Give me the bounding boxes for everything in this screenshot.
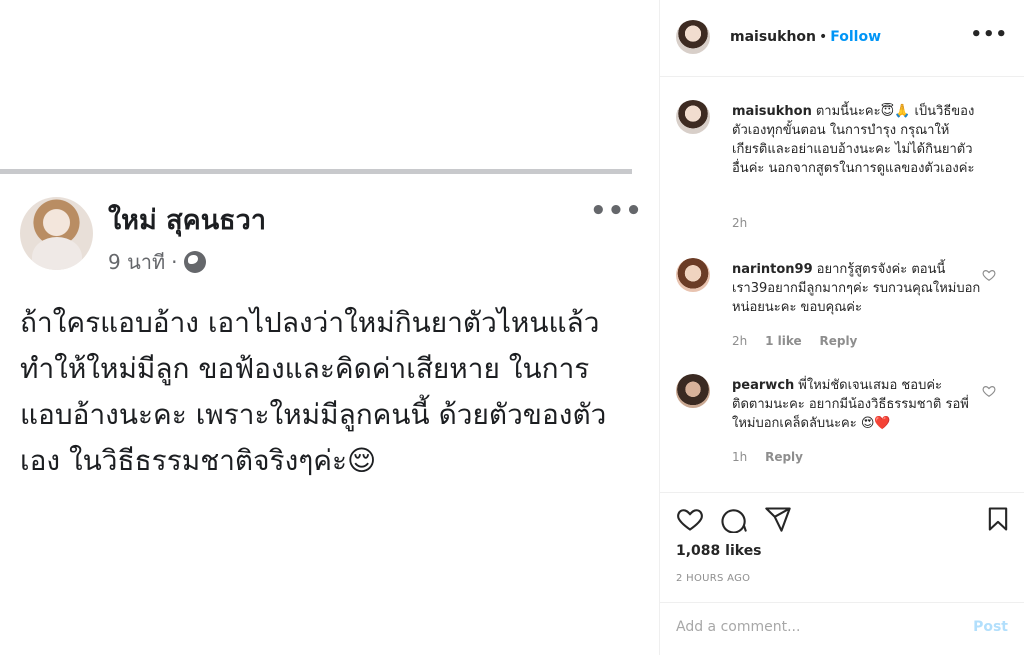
add-comment-bar: Post: [660, 602, 1024, 655]
comment-username[interactable]: maisukhon: [732, 104, 812, 119]
reply-button[interactable]: Reply: [765, 450, 803, 464]
comment-meta: 2h: [732, 216, 761, 230]
comment-username[interactable]: pearwch: [732, 378, 794, 393]
facebook-post-meta: 9 นาที ·: [108, 246, 206, 278]
comment-icon[interactable]: [720, 505, 748, 533]
facebook-profile-name: ใหม่ สุคนธวา: [108, 205, 266, 236]
separator-dot: •: [819, 29, 828, 45]
facebook-avatar: [20, 197, 93, 270]
post-timestamp[interactable]: 2 HOURS AGO: [676, 573, 750, 584]
divider: [0, 169, 632, 174]
comment-time[interactable]: 2h: [732, 216, 747, 230]
post-button[interactable]: Post: [973, 619, 1008, 635]
like-comment-heart-icon[interactable]: [982, 384, 996, 398]
avatar[interactable]: [676, 20, 710, 54]
avatar[interactable]: [676, 258, 710, 292]
header-user: maisukhon • Follow: [730, 29, 881, 45]
comment-time[interactable]: 2h: [732, 334, 747, 348]
post-side-panel: maisukhon • Follow ••• maisukhon ตามนี้นะคะ…: [660, 0, 1024, 655]
bookmark-icon[interactable]: [984, 505, 1012, 533]
comment-meta: 2h 1 like Reply: [732, 334, 871, 348]
comments-list: maisukhon ตามนี้นะคะ😇🙏 เป็นวิธีของตัวเองท…: [660, 78, 1024, 492]
comment-likes[interactable]: 1 like: [765, 334, 802, 348]
comment-input[interactable]: [676, 619, 956, 635]
avatar[interactable]: [676, 374, 710, 408]
comment-meta: 1h Reply: [732, 450, 817, 464]
separator-dot: ·: [171, 250, 178, 274]
more-options-icon: •••: [590, 196, 643, 226]
heart-icon[interactable]: [676, 505, 704, 533]
share-icon[interactable]: [764, 505, 792, 533]
comment-text: maisukhon ตามนี้นะคะ😇🙏 เป็นวิธีของตัวเองท…: [732, 102, 982, 178]
comment-text: narinton99 อยากรู้สูตรจังค่ะ ตอนนี้เรา39อ…: [732, 260, 982, 317]
globe-icon: [183, 251, 206, 273]
likes-count[interactable]: 1,088 likes: [676, 543, 762, 559]
post-header: maisukhon • Follow •••: [660, 0, 1024, 77]
reply-button[interactable]: Reply: [819, 334, 857, 348]
post-image: ใหม่ สุคนธวา 9 นาที · ••• ถ้าใครแอบอ้าง …: [0, 0, 659, 655]
facebook-post-time: 9 นาที: [108, 250, 166, 274]
more-options-icon[interactable]: •••: [970, 24, 1008, 45]
comment-time[interactable]: 1h: [732, 450, 747, 464]
action-bar: 1,088 likes 2 HOURS AGO: [660, 492, 1024, 602]
comment-username[interactable]: narinton99: [732, 262, 813, 277]
avatar[interactable]: [676, 100, 710, 134]
follow-button[interactable]: Follow: [830, 29, 881, 45]
comment-text: pearwch พี่ใหม่ชัดเจนเสมอ ชอบค่ะ ติดตามนะ…: [732, 376, 982, 433]
username-link[interactable]: maisukhon: [730, 29, 816, 45]
facebook-post-text: ถ้าใครแอบอ้าง เอาไปลงว่าใหม่กินยาตัวไหนแ…: [20, 306, 607, 477]
like-comment-heart-icon[interactable]: [982, 268, 996, 282]
